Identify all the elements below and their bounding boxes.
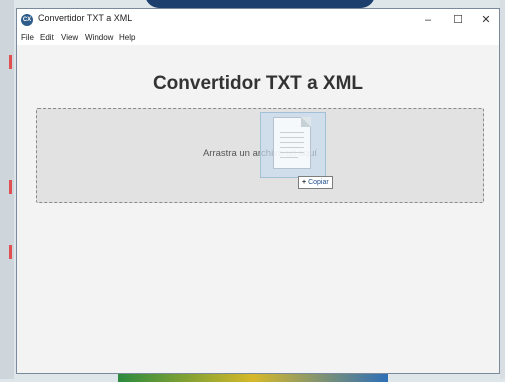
desktop-right-strip — [500, 0, 505, 379]
app-icon: CX — [21, 14, 33, 26]
desktop-marker — [9, 180, 12, 194]
document-line — [280, 132, 304, 133]
document-line — [280, 137, 304, 138]
desktop-left-strip — [0, 0, 14, 379]
copy-label: Copiar — [308, 179, 329, 186]
title-bar[interactable]: CX Convertidor TXT a XML – ☐ ✕ — [17, 9, 499, 31]
menu-help[interactable]: Help — [119, 33, 135, 42]
file-icon — [260, 112, 326, 178]
menu-window[interactable]: Window — [85, 33, 113, 42]
page-fold — [301, 117, 311, 127]
copy-badge: + Copiar — [298, 176, 333, 189]
page-title: Convertidor TXT a XML — [152, 73, 364, 94]
maximize-button[interactable]: ☐ — [443, 9, 473, 31]
document-line — [280, 157, 298, 158]
menu-edit[interactable]: Edit — [40, 33, 54, 42]
plus-icon: + — [302, 179, 307, 186]
minimize-button[interactable]: – — [413, 9, 443, 31]
desktop-marker — [9, 245, 12, 259]
desktop-background-arc — [145, 0, 375, 8]
menu-file[interactable]: File — [21, 33, 34, 42]
close-button[interactable]: ✕ — [471, 9, 501, 31]
document-line — [280, 142, 304, 143]
document-line — [280, 147, 304, 148]
app-window: CX Convertidor TXT a XML – ☐ ✕ File Edit… — [16, 8, 500, 374]
document-line — [280, 152, 304, 153]
document-icon — [273, 117, 311, 169]
window-title: Convertidor TXT a XML — [38, 13, 133, 23]
menu-view[interactable]: View — [61, 33, 78, 42]
desktop-marker — [9, 55, 12, 69]
menu-bar: File Edit View Window Help — [17, 31, 499, 45]
main-content: Convertidor TXT a XML Arrastra un archiv… — [17, 45, 499, 373]
